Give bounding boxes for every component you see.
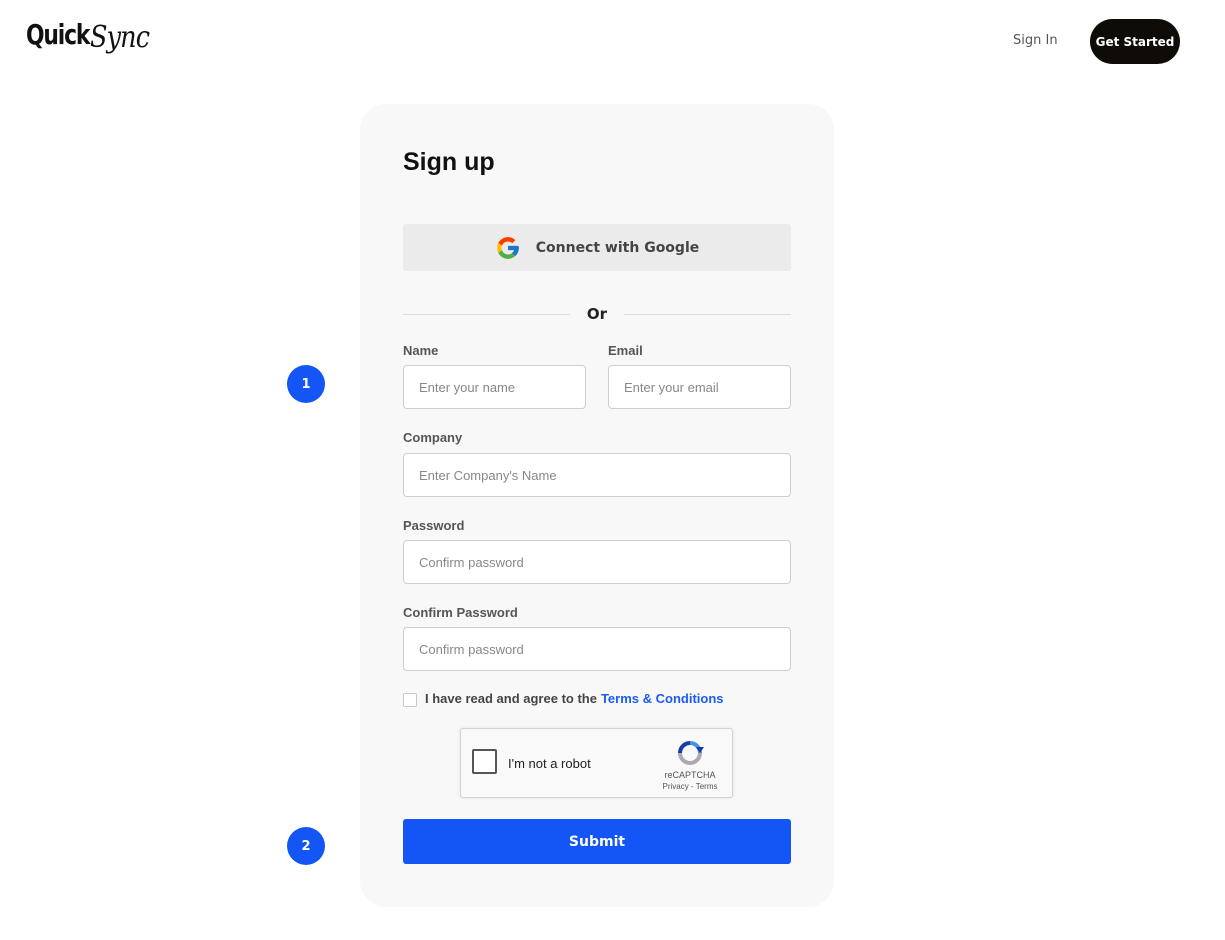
name-input[interactable] xyxy=(403,365,586,409)
recaptcha-logo: reCAPTCHA Privacy - Terms xyxy=(658,737,722,791)
recaptcha-label: I'm not a robot xyxy=(508,756,591,771)
signup-card: Sign up Connect with Google Or Name Emai… xyxy=(360,104,834,907)
company-label: Company xyxy=(403,430,463,445)
google-icon xyxy=(496,236,519,259)
company-input[interactable] xyxy=(403,453,791,497)
confirm-password-label: Confirm Password xyxy=(403,605,518,620)
step-badge-1: 1 xyxy=(287,365,325,403)
password-label: Password xyxy=(403,518,465,533)
or-divider: Or xyxy=(403,304,791,324)
email-label: Email xyxy=(608,343,643,358)
recaptcha-links[interactable]: Privacy - Terms xyxy=(658,782,722,791)
email-input[interactable] xyxy=(608,365,791,409)
logo-quick: Quick xyxy=(26,18,90,51)
get-started-button[interactable]: Get Started xyxy=(1090,19,1180,64)
recaptcha-icon xyxy=(678,741,704,765)
divider-line-right xyxy=(624,314,791,315)
terms-checkbox[interactable] xyxy=(403,693,417,707)
sign-in-link[interactable]: Sign In xyxy=(1013,33,1058,48)
password-input[interactable] xyxy=(403,540,791,584)
terms-row: I have read and agree to the Terms & Con… xyxy=(403,690,724,707)
recaptcha-widget: I'm not a robot reCAPTCHA Privacy - Term… xyxy=(460,728,733,798)
page-title: Sign up xyxy=(403,148,495,176)
recaptcha-brand: reCAPTCHA xyxy=(664,770,716,780)
recaptcha-checkbox[interactable] xyxy=(472,749,497,774)
logo[interactable]: Quick Sync xyxy=(26,18,160,64)
step-badge-2: 2 xyxy=(287,827,325,865)
terms-text: I have read and agree to the xyxy=(425,691,597,706)
terms-link[interactable]: Terms & Conditions xyxy=(601,691,724,706)
confirm-password-input[interactable] xyxy=(403,627,791,671)
name-label: Name xyxy=(403,343,439,358)
logo-sync: Sync xyxy=(90,20,150,55)
submit-button[interactable]: Submit xyxy=(403,819,791,864)
connect-google-label: Connect with Google xyxy=(535,239,700,256)
connect-google-button[interactable]: Connect with Google xyxy=(403,224,791,271)
